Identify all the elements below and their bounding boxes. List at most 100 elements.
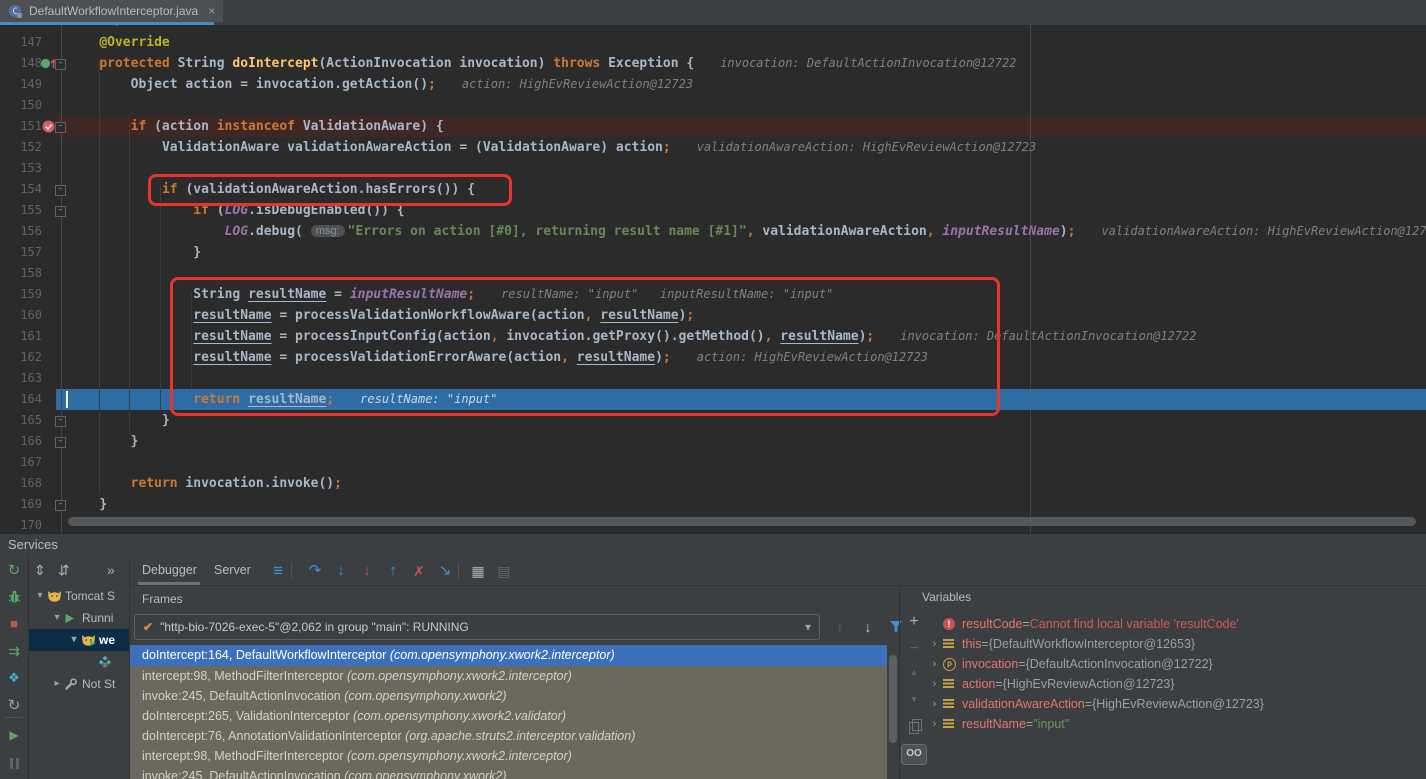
move-up-icon[interactable]: ▲ — [900, 668, 928, 677]
line-number[interactable]: 165 — [0, 410, 42, 431]
line-number[interactable]: 167 — [0, 452, 42, 473]
resume-icon[interactable]: ▶ — [0, 729, 28, 741]
drop-frame-icon[interactable]: ✗ — [407, 557, 431, 585]
hot-swap-icon[interactable]: ❖ — [0, 671, 28, 684]
code-line-146[interactable]: 146*/ — [0, 25, 1426, 32]
expand-chevron-icon[interactable]: › — [926, 674, 943, 694]
stop-icon[interactable]: ■ — [0, 617, 28, 630]
fold-marker[interactable]: − — [55, 185, 66, 196]
line-number[interactable]: 162 — [0, 347, 42, 368]
line-number[interactable]: 151 — [0, 116, 42, 137]
line-number[interactable]: 154 — [0, 179, 42, 200]
step-out-icon[interactable]: ↑ — [381, 557, 405, 585]
code-line-157[interactable]: 157} — [0, 242, 1426, 263]
fold-marker[interactable]: − — [55, 122, 66, 133]
line-number[interactable]: 148 — [0, 53, 42, 74]
stack-frame[interactable]: intercept:98, MethodFilterInterceptor (c… — [130, 666, 887, 686]
line-number[interactable]: 168 — [0, 473, 42, 494]
expand-all-icon[interactable]: ⇕ — [34, 562, 46, 579]
threads-view-icon[interactable]: ≡ — [266, 557, 290, 585]
line-number[interactable]: 157 — [0, 242, 42, 263]
code-line-152[interactable]: 152ValidationAware validationAwareAction… — [0, 137, 1426, 158]
deploy-icon[interactable]: ⇉ — [0, 644, 28, 658]
line-number[interactable]: 164 — [0, 389, 42, 410]
expand-chevron-icon[interactable]: › — [926, 714, 943, 734]
step-into-icon[interactable]: ↓ — [329, 557, 353, 585]
fold-marker[interactable]: − — [55, 500, 66, 511]
line-number[interactable]: 147 — [0, 32, 42, 53]
code-line-149[interactable]: 149Object action = invocation.getAction(… — [0, 74, 1426, 95]
debug-icon[interactable] — [0, 590, 28, 608]
rerun-server-icon[interactable]: ↻ — [0, 563, 28, 578]
remove-watch-icon[interactable]: − — [900, 641, 928, 657]
duplicate-icon[interactable] — [900, 722, 928, 738]
code-line-156[interactable]: 156LOG.debug( msg:"Errors on action [#0]… — [0, 221, 1426, 242]
code-line-148[interactable]: 148−protected String doIntercept(ActionI… — [0, 53, 1426, 74]
next-frame-icon[interactable]: ↓ — [856, 614, 880, 640]
line-number[interactable]: 158 — [0, 263, 42, 284]
close-tab-icon[interactable]: × — [208, 4, 215, 18]
line-number[interactable]: 160 — [0, 305, 42, 326]
stack-frame[interactable]: intercept:98, MethodFilterInterceptor (c… — [130, 746, 887, 766]
expand-chevron-icon[interactable]: › — [926, 634, 943, 654]
editor-tab[interactable]: C DefaultWorkflowInterceptor.java × — [0, 0, 223, 22]
code-line-147[interactable]: 147@Override — [0, 32, 1426, 53]
chevron-down-icon[interactable]: ▾ — [50, 607, 64, 629]
line-number[interactable]: 163 — [0, 368, 42, 389]
line-number[interactable]: 169 — [0, 494, 42, 515]
line-number[interactable]: 152 — [0, 137, 42, 158]
tab-server[interactable]: Server — [214, 557, 251, 583]
move-down-icon[interactable]: ▼ — [900, 695, 928, 704]
evaluate-expression-icon[interactable]: ▦ — [466, 557, 490, 585]
fold-marker[interactable]: − — [55, 206, 66, 217]
chevron-down-icon[interactable]: ▾ — [33, 585, 47, 607]
fold-marker[interactable]: − — [55, 416, 66, 427]
chevron-down-icon[interactable]: ▾ — [67, 629, 81, 651]
code-line-166[interactable]: 166−} — [0, 431, 1426, 452]
line-number[interactable]: 156 — [0, 221, 42, 242]
line-number[interactable]: 149 — [0, 74, 42, 95]
stack-frame[interactable]: doIntercept:164, DefaultWorkflowIntercep… — [130, 645, 887, 666]
prev-frame-icon[interactable]: ↑ — [828, 614, 852, 640]
service-tree-item-runni[interactable]: ▾Runni — [29, 607, 129, 629]
frames-scrollbar[interactable] — [889, 655, 897, 743]
code-line-150[interactable]: 150 — [0, 95, 1426, 116]
code-line-151[interactable]: 151−if (action instanceof ValidationAwar… — [0, 116, 1426, 137]
line-number[interactable]: 161 — [0, 326, 42, 347]
stack-frame[interactable]: invoke:245, DefaultActionInvocation (com… — [130, 766, 887, 779]
thread-selector[interactable]: ✔"http-bio-7026-exec-5"@2,062 in group "… — [134, 614, 820, 640]
variable-row-this[interactable]: ›this = {DefaultWorkflowInterceptor@1265… — [926, 634, 1426, 654]
service-tree-item[interactable] — [29, 651, 129, 673]
line-number[interactable]: 170 — [0, 515, 42, 533]
layout-settings-icon[interactable]: ▤ — [492, 557, 516, 585]
variable-row-resultCode[interactable]: !resultCode = Cannot find local variable… — [926, 614, 1426, 634]
editor[interactable]: 146*/147@Override148−protected String do… — [0, 25, 1426, 533]
tab-debugger[interactable]: Debugger — [142, 557, 197, 583]
line-number[interactable]: 153 — [0, 158, 42, 179]
fold-marker[interactable]: − — [55, 59, 66, 70]
code-line-168[interactable]: 168return invocation.invoke(); — [0, 473, 1426, 494]
stack-frame[interactable]: doIntercept:76, AnnotationValidationInte… — [130, 726, 887, 746]
force-step-into-icon[interactable]: ↓ — [355, 557, 379, 585]
run-to-cursor-icon[interactable]: ↘ — [433, 557, 457, 585]
editor-horizontal-scrollbar[interactable] — [68, 517, 1416, 526]
code-line-167[interactable]: 167 — [0, 452, 1426, 473]
breakpoint-icon[interactable] — [42, 120, 55, 133]
variable-row-resultName[interactable]: ›resultName = "input" — [926, 714, 1426, 734]
variable-row-validationAwareAction[interactable]: ›validationAwareAction = {HighEvReviewAc… — [926, 694, 1426, 714]
variable-row-action[interactable]: ›action = {HighEvReviewAction@12723} — [926, 674, 1426, 694]
more-icon[interactable]: » — [107, 562, 115, 578]
service-tree-item-not-st[interactable]: ▸Not St — [29, 673, 129, 695]
line-number[interactable]: 146 — [0, 25, 42, 32]
line-number[interactable]: 155 — [0, 200, 42, 221]
pause-icon[interactable] — [0, 757, 28, 773]
stack-frame[interactable]: invoke:245, DefaultActionInvocation (com… — [130, 686, 887, 706]
step-over-icon[interactable]: ↷ — [303, 557, 327, 585]
code-line-169[interactable]: 169−} — [0, 494, 1426, 515]
expand-chevron-icon[interactable]: › — [926, 654, 943, 674]
service-tree-item-tomcat-s[interactable]: ▾Tomcat S — [29, 585, 129, 607]
sync-icon[interactable]: ↻ — [0, 698, 28, 713]
fold-marker[interactable]: − — [55, 437, 66, 448]
line-number[interactable]: 166 — [0, 431, 42, 452]
line-number[interactable]: 159 — [0, 284, 42, 305]
